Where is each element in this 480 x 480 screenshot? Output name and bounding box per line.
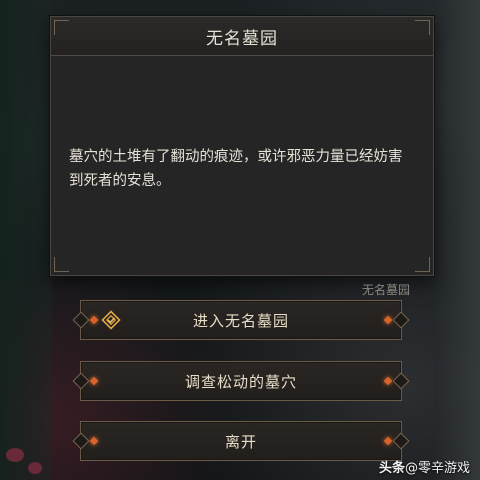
dialog-title: 无名墓园 [206,28,278,49]
flower-decoration [6,448,24,462]
dialog-body-text: 墓穴的土堆有了翻动的痕迹，或许邪恶力量已经妨害到死者的安息。 [69,149,403,189]
background-scenery-left [0,0,52,480]
gem-icon [383,436,393,446]
gem-icon [89,376,99,386]
corner-ornament [54,20,69,35]
option-investigate-grave-button[interactable]: 调查松动的墓穴 [80,361,402,401]
gem-icon [89,436,99,446]
corner-ornament [54,257,69,272]
gem-icon [383,315,393,325]
watermark-prefix: 头条 [378,461,405,476]
location-caption: 无名墓园 [361,283,410,297]
background-scenery-right [434,0,480,480]
option-label: 调查松动的墓穴 [184,372,297,391]
corner-ornament [415,257,430,272]
dialog-header: 无名墓园 [51,17,433,56]
gem-icon [383,376,393,386]
flower-decoration [28,462,42,474]
option-leave-button[interactable]: 离开 [80,421,402,461]
quest-marker-icon [101,310,121,330]
option-enter-graveyard-button[interactable]: 进入无名墓园 [80,300,402,340]
option-label: 离开 [224,432,257,451]
event-dialog: 无名墓园 墓穴的土堆有了翻动的痕迹，或许邪恶力量已经妨害到死者的安息。 [50,16,434,276]
watermark-handle: @零辛游戏 [404,461,470,476]
option-label: 进入无名墓园 [192,311,289,330]
watermark: 头条@零辛游戏 [379,457,470,476]
corner-ornament [415,20,430,35]
gem-icon [89,315,99,325]
